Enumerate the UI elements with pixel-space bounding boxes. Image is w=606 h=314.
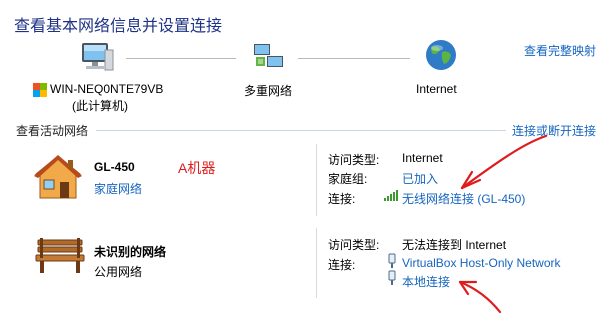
- computer-name: WIN-NEQ0NTE79VB: [50, 82, 164, 96]
- vertical-divider: [316, 228, 317, 298]
- computer-sub-label: (此计算机): [72, 99, 128, 113]
- homegroup-key: 家庭组:: [328, 172, 368, 186]
- ethernet-icon: [386, 270, 398, 286]
- home-network-link[interactable]: 家庭网络: [94, 180, 142, 197]
- network-type: 公用网络: [94, 265, 143, 279]
- access-type-key: 访问类型:: [328, 238, 380, 252]
- computer-shield-icon: [32, 82, 48, 98]
- computer-icon[interactable]: [78, 40, 114, 74]
- local-connection-link[interactable]: 本地连接: [402, 273, 450, 290]
- page-title: 查看基本网络信息并设置连接: [14, 18, 223, 35]
- connection-key: 连接:: [328, 192, 356, 206]
- full-map-link[interactable]: 查看完整映射: [524, 42, 596, 59]
- access-type-value: Internet: [402, 151, 443, 165]
- globe-icon[interactable]: [424, 38, 458, 72]
- network-name: 未识别的网络: [94, 245, 167, 259]
- homegroup-link[interactable]: 已加入: [402, 170, 438, 187]
- access-type-value: 无法连接到 Internet: [402, 238, 507, 252]
- connection-key: 连接:: [328, 258, 356, 272]
- ethernet-icon: [386, 253, 398, 269]
- home-network-icon[interactable]: [32, 152, 84, 202]
- section-divider: [96, 130, 506, 131]
- multiple-networks-icon[interactable]: [252, 42, 286, 72]
- vertical-divider: [316, 144, 317, 216]
- annotation-text: A机器: [178, 160, 216, 176]
- map-connector: [126, 58, 236, 59]
- multiple-networks-label: 多重网络: [244, 84, 293, 98]
- virtualbox-connection-link[interactable]: VirtualBox Host-Only Network: [402, 256, 561, 270]
- active-networks-header: 查看活动网络: [16, 124, 89, 138]
- access-type-key: 访问类型:: [328, 153, 380, 167]
- network-name: GL-450: [94, 160, 135, 174]
- annotation-arrow: [454, 276, 504, 314]
- internet-label: Internet: [416, 82, 457, 96]
- signal-strength-icon: [384, 188, 400, 202]
- bench-icon[interactable]: [34, 236, 86, 276]
- annotation-arrow: [448, 132, 548, 198]
- map-connector: [298, 58, 410, 59]
